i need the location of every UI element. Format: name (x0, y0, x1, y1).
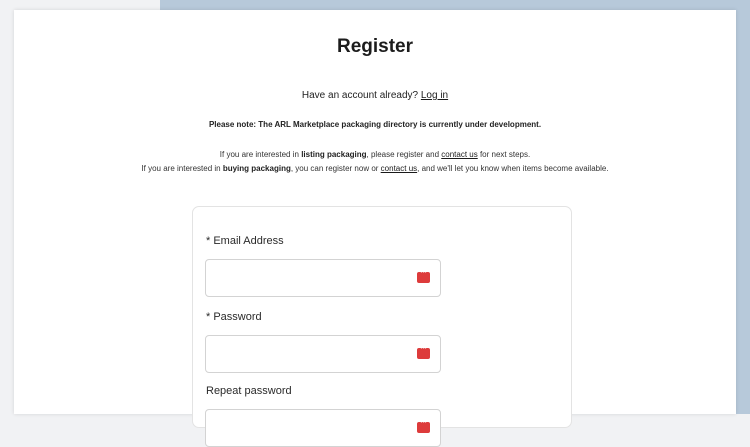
email-label: * Email Address (206, 235, 284, 247)
repeat-password-field[interactable] (205, 409, 441, 447)
login-prompt: Have an account already? Log in (14, 90, 736, 101)
listing-packaging-bold: listing packaging (301, 150, 367, 159)
info-text-segment: , and we'll let you know when items beco… (417, 164, 609, 173)
background-band-top (160, 0, 750, 10)
login-link[interactable]: Log in (421, 90, 448, 101)
repeat-password-label: Repeat password (206, 385, 292, 397)
info-text-segment: If you are interested in (219, 150, 302, 159)
password-manager-icon[interactable] (417, 420, 430, 433)
password-manager-icon[interactable] (417, 346, 430, 359)
register-form-card: * Email Address * Password Repeat passwo… (192, 206, 572, 447)
password-field[interactable] (205, 335, 441, 373)
email-field[interactable] (205, 259, 441, 297)
password-label: * Password (206, 311, 262, 323)
buying-packaging-bold: buying packaging (222, 164, 291, 173)
development-notice: Please note: The ARL Marketplace packagi… (208, 120, 542, 129)
contact-us-link-listing[interactable]: contact us (441, 150, 477, 159)
page-title: Register (336, 36, 414, 57)
info-text-segment: for next steps. (477, 150, 531, 159)
info-text-segment: , you can register now or (290, 164, 381, 173)
info-text-segment: , please register and (366, 150, 442, 159)
background-band-right (736, 0, 750, 414)
info-text: If you are interested in listing packagi… (14, 148, 736, 176)
info-text-segment: If you are interested in (141, 164, 223, 173)
info-line-buying: If you are interested in buying packagin… (14, 162, 736, 176)
contact-us-link-buying[interactable]: contact us (381, 164, 417, 173)
info-line-listing: If you are interested in listing packagi… (14, 148, 736, 162)
password-manager-icon[interactable] (417, 270, 430, 283)
account-prompt-text: Have an account already? (301, 90, 419, 101)
register-page: Register Have an account already? Log in… (14, 10, 736, 447)
